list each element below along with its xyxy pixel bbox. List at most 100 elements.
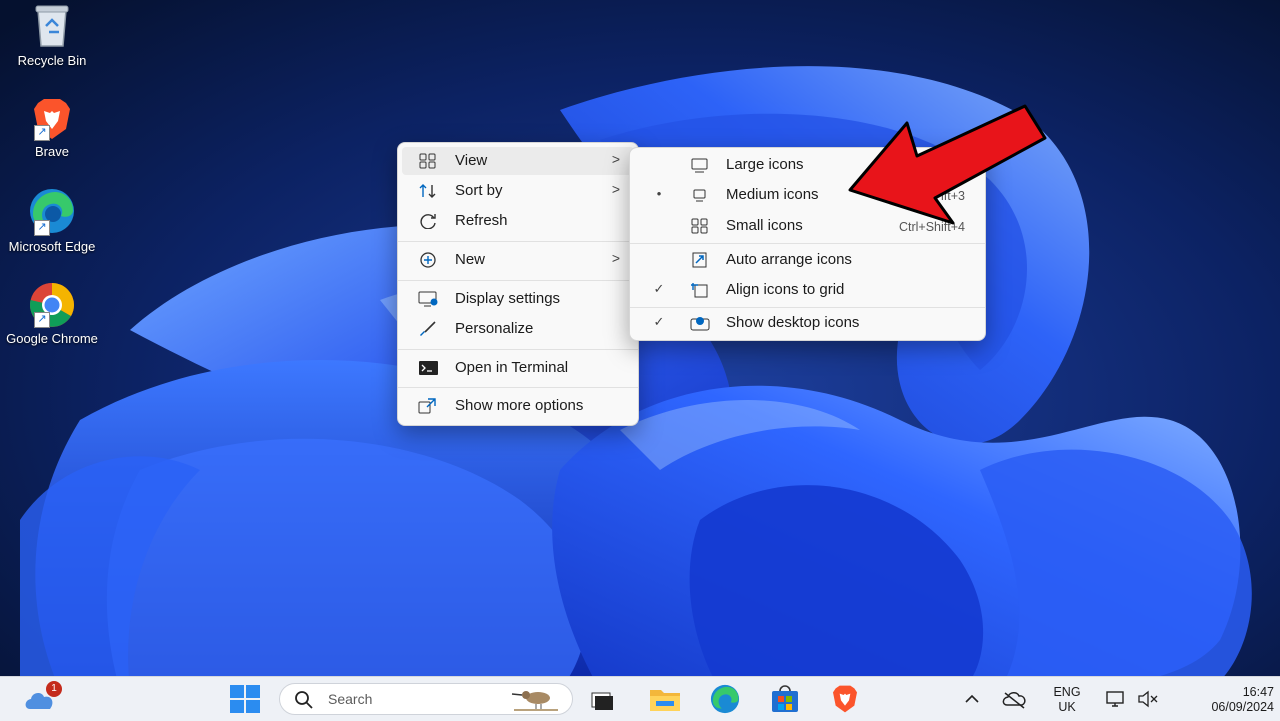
chevron-up-icon (965, 694, 979, 703)
chevron-right-icon: > (611, 181, 620, 197)
desktop-wallpaper (0, 0, 1280, 720)
desktop-context-menu: View > Sort by > Refresh New > Display s… (397, 142, 639, 426)
view-submenu: Large icons • Medium icons ift+3 Small i… (629, 147, 986, 341)
menu-item-open-terminal[interactable]: Open in Terminal (402, 354, 634, 382)
desktop-icon-edge[interactable]: ↗ Microsoft Edge (6, 186, 98, 254)
display-icon (418, 291, 438, 307)
view-item-show-desktop-icons[interactable]: ✓ Show desktop icons (634, 309, 981, 337)
auto-arrange-icon (692, 252, 707, 268)
menu-separator (398, 280, 638, 281)
brush-icon (420, 321, 436, 336)
language-indicator[interactable]: ENG UK (1046, 685, 1088, 715)
taskbar-edge[interactable] (708, 683, 742, 715)
language-code: ENG (1053, 685, 1081, 699)
volume-status[interactable] (1136, 683, 1162, 715)
menu-separator (630, 243, 985, 244)
desktop-icon-label: Microsoft Edge (8, 239, 96, 254)
sort-icon (419, 184, 436, 198)
align-grid-icon (691, 283, 708, 298)
folder-icon (650, 690, 680, 711)
taskbar: 1 Search ENG UK 16:47 06/09/2024 (0, 676, 1280, 721)
clock-date: 06/09/2024 (1211, 700, 1274, 714)
menu-item-label: Personalize (455, 320, 534, 337)
cloud-offline-icon (1002, 692, 1026, 709)
grid-icon (419, 153, 436, 169)
taskbar-brave[interactable] (828, 683, 862, 715)
view-item-label: Small icons (726, 217, 803, 234)
desktop-icon-label: Brave (35, 144, 69, 159)
selection-mark: ✓ (653, 314, 665, 329)
network-status[interactable] (1104, 683, 1130, 715)
selection-mark: ✓ (653, 281, 665, 296)
shortcut-arrow-icon: ↗ (34, 125, 50, 141)
edge-logo-icon (710, 684, 740, 714)
menu-item-sort-by[interactable]: Sort by > (402, 177, 634, 205)
clock[interactable]: 16:47 06/09/2024 (1180, 685, 1274, 715)
recycle-bin-icon (35, 5, 69, 47)
view-item-large-icons[interactable]: Large icons (634, 151, 981, 179)
chevron-right-icon: > (611, 151, 620, 167)
menu-item-display-settings[interactable]: Display settings (402, 285, 634, 313)
view-item-auto-arrange[interactable]: Auto arrange icons (634, 246, 981, 274)
view-item-label: Align icons to grid (726, 281, 845, 298)
start-button[interactable] (228, 683, 262, 715)
menu-item-label: View (455, 152, 488, 169)
desktop-icon-recycle-bin[interactable]: Recycle Bin (6, 2, 98, 68)
selection-mark: • (656, 186, 662, 201)
menu-item-view[interactable]: View > (402, 147, 634, 175)
store-bag-icon (772, 685, 798, 712)
menu-item-label: Sort by (455, 182, 503, 199)
monitor-icon (691, 158, 708, 173)
region-code: UK (1058, 700, 1076, 714)
speaker-muted-icon (1138, 690, 1158, 708)
taskbar-search[interactable]: Search (279, 683, 573, 715)
desktop-icon-brave[interactable]: ↗ Brave (6, 95, 98, 159)
plus-circle-icon (420, 252, 436, 268)
menu-item-label: Refresh (455, 212, 508, 229)
search-icon (295, 691, 313, 709)
search-placeholder: Search (328, 691, 373, 707)
menu-item-show-more-options[interactable]: Show more options (402, 392, 634, 420)
menu-item-label: Open in Terminal (455, 359, 569, 376)
view-item-label: Medium icons (726, 186, 819, 203)
menu-separator (398, 387, 638, 388)
taskbar-store[interactable] (768, 683, 802, 715)
menu-item-label: Show more options (455, 397, 584, 414)
network-icon (1106, 691, 1124, 707)
menu-item-label: New (455, 251, 486, 268)
view-item-align-grid[interactable]: ✓ Align icons to grid (634, 276, 981, 304)
desktop-icon-label: Recycle Bin (17, 53, 87, 68)
menu-separator (398, 241, 638, 242)
menu-separator (630, 307, 985, 308)
grid-icon (691, 218, 708, 234)
desktop-icon-chrome[interactable]: ↗ Google Chrome (6, 280, 98, 346)
menu-separator (398, 349, 638, 350)
clock-time: 16:47 (1242, 685, 1274, 699)
shortcut-arrow-icon: ↗ (34, 220, 50, 236)
view-item-medium-icons[interactable]: • Medium icons ift+3 (634, 181, 981, 209)
keyboard-shortcut: ift+3 (941, 189, 965, 203)
terminal-icon (419, 361, 438, 375)
onedrive-status[interactable] (1000, 683, 1030, 715)
windows-logo-icon (230, 685, 260, 713)
view-item-label: Large icons (726, 156, 804, 173)
taskbar-task-view[interactable] (588, 683, 618, 715)
expand-icon (418, 398, 436, 414)
view-item-label: Show desktop icons (726, 314, 860, 331)
chevron-right-icon: > (611, 250, 620, 266)
menu-item-refresh[interactable]: Refresh (402, 207, 634, 235)
view-item-label: Auto arrange icons (726, 251, 852, 268)
task-view-icon (591, 692, 613, 710)
show-desktop-icon (690, 317, 710, 331)
menu-item-personalize[interactable]: Personalize (402, 315, 634, 343)
taskbar-file-explorer[interactable] (648, 683, 682, 715)
menu-item-label: Display settings (455, 290, 561, 307)
monitor-small-icon (693, 189, 706, 202)
refresh-icon (420, 214, 436, 229)
shortcut-arrow-icon: ↗ (34, 312, 50, 328)
view-item-small-icons[interactable]: Small icons Ctrl+Shift+4 (634, 212, 981, 240)
weather-widget[interactable]: 1 (22, 681, 62, 715)
brave-logo-icon (833, 685, 857, 713)
show-hidden-icons-button[interactable] (960, 683, 984, 715)
menu-item-new[interactable]: New > (402, 246, 634, 274)
